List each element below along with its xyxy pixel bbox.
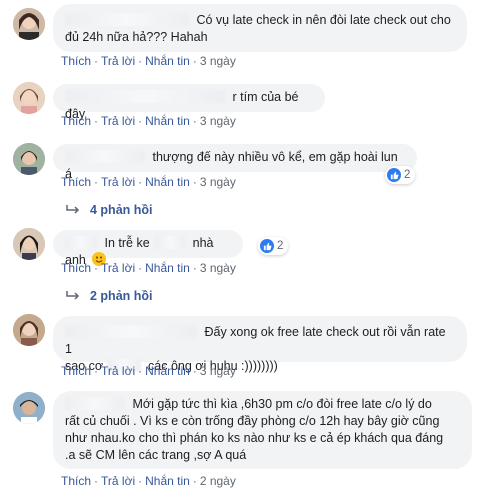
like-icon bbox=[260, 239, 274, 253]
replies-count[interactable]: 4 phản hồi bbox=[90, 203, 153, 217]
like-link[interactable]: Thích bbox=[61, 114, 91, 128]
comment-actions: Thích · Trả lời · Nhắn tin · 3 ngày bbox=[61, 364, 236, 378]
timestamp[interactable]: 3 ngày bbox=[200, 364, 236, 378]
comment-line: Đấy xong ok free late check out rồi vẫn … bbox=[65, 324, 455, 358]
comment-actions: Thích · Trả lời · Nhắn tin · 3 ngày bbox=[61, 261, 236, 275]
comment-actions: Thích · Trả lời · Nhắn tin · 2 ngày bbox=[61, 474, 236, 488]
reply-link[interactable]: Trả lời bbox=[101, 54, 135, 68]
avatar[interactable] bbox=[13, 314, 45, 346]
redacted-name bbox=[65, 150, 145, 163]
redacted-name bbox=[65, 397, 125, 410]
comment-bubble: r tím của bé đây bbox=[53, 84, 325, 121]
comment-bubble: Có vụ late check in nên đòi late check o… bbox=[53, 4, 467, 52]
like-link[interactable]: Thích bbox=[61, 474, 91, 488]
like-link[interactable]: Thích bbox=[61, 364, 91, 378]
reaction-number: 2 bbox=[404, 169, 411, 181]
reaction-number: 2 bbox=[277, 240, 284, 252]
message-link[interactable]: Nhắn tin bbox=[145, 54, 190, 68]
redacted-name bbox=[65, 90, 225, 103]
comment-bubble: In trễ ke nhà anh bbox=[53, 230, 243, 267]
comment-actions: Thích · Trả lời · Nhắn tin · 3 ngày bbox=[61, 175, 236, 189]
reply-link[interactable]: Trả lời bbox=[101, 474, 135, 488]
reply-link[interactable]: Trả lời bbox=[101, 261, 135, 275]
comment-actions: Thích · Trả lời · Nhắn tin · 3 ngày bbox=[61, 114, 236, 128]
like-link[interactable]: Thích bbox=[61, 175, 91, 189]
like-link[interactable]: Thích bbox=[61, 54, 91, 68]
message-link[interactable]: Nhắn tin bbox=[145, 114, 190, 128]
comment-bubble: Mới gặp tức thì kìa ,6h30 pm c/o đòi fre… bbox=[53, 391, 472, 469]
comment-line: như nhau.ko cho thì phán ko ks nào như k… bbox=[65, 431, 444, 445]
view-replies-link[interactable]: 4 phản hồi bbox=[66, 203, 153, 217]
avatar[interactable] bbox=[13, 8, 45, 40]
reaction-count[interactable]: 2 bbox=[385, 166, 416, 184]
timestamp[interactable]: 3 ngày bbox=[200, 261, 236, 275]
reaction-count[interactable]: 2 bbox=[258, 237, 289, 255]
replies-count[interactable]: 2 phản hồi bbox=[90, 289, 153, 303]
timestamp[interactable]: 3 ngày bbox=[200, 175, 236, 189]
message-link[interactable]: Nhắn tin bbox=[145, 474, 190, 488]
reply-link[interactable]: Trả lời bbox=[101, 114, 135, 128]
reply-arrow-icon bbox=[66, 205, 80, 214]
timestamp[interactable]: 3 ngày bbox=[200, 54, 236, 68]
comment-text-part: In trễ ke bbox=[104, 236, 150, 250]
reply-arrow-icon bbox=[66, 291, 80, 300]
comment-line: rất củ chuối . Vì ks e còn trống đầy phò… bbox=[65, 414, 440, 428]
comment-actions: Thích · Trả lời · Nhắn tin · 3 ngày bbox=[61, 54, 236, 68]
reply-link[interactable]: Trả lời bbox=[101, 364, 135, 378]
reply-link[interactable]: Trả lời bbox=[101, 175, 135, 189]
message-link[interactable]: Nhắn tin bbox=[145, 175, 190, 189]
comment-bubble: Đấy xong ok free late check out rồi vẫn … bbox=[53, 316, 467, 373]
avatar[interactable] bbox=[13, 82, 45, 114]
message-link[interactable]: Nhắn tin bbox=[145, 261, 190, 275]
comment-text: Mới gặp tức thì kìa ,6h30 pm c/o đòi fre… bbox=[132, 397, 432, 411]
timestamp[interactable]: 2 ngày bbox=[200, 474, 236, 488]
view-replies-link[interactable]: 2 phản hồi bbox=[66, 289, 153, 303]
redacted-name bbox=[65, 13, 189, 26]
comment-line: Mới gặp tức thì kìa ,6h30 pm c/o đòi fre… bbox=[65, 396, 460, 413]
message-link[interactable]: Nhắn tin bbox=[145, 364, 190, 378]
timestamp[interactable]: 3 ngày bbox=[200, 114, 236, 128]
like-icon bbox=[387, 168, 401, 182]
redacted-text bbox=[155, 236, 186, 249]
avatar[interactable] bbox=[13, 228, 45, 260]
comment-line: .a sẽ CM lên các trang ,sợ A quá bbox=[65, 448, 247, 462]
comment-bubble: thượng đế này nhiều vô kể, em gặp hoài l… bbox=[53, 144, 417, 181]
redacted-name bbox=[65, 236, 97, 249]
redacted-name bbox=[65, 325, 197, 338]
avatar[interactable] bbox=[13, 143, 45, 175]
avatar[interactable] bbox=[13, 392, 45, 424]
like-link[interactable]: Thích bbox=[61, 261, 91, 275]
